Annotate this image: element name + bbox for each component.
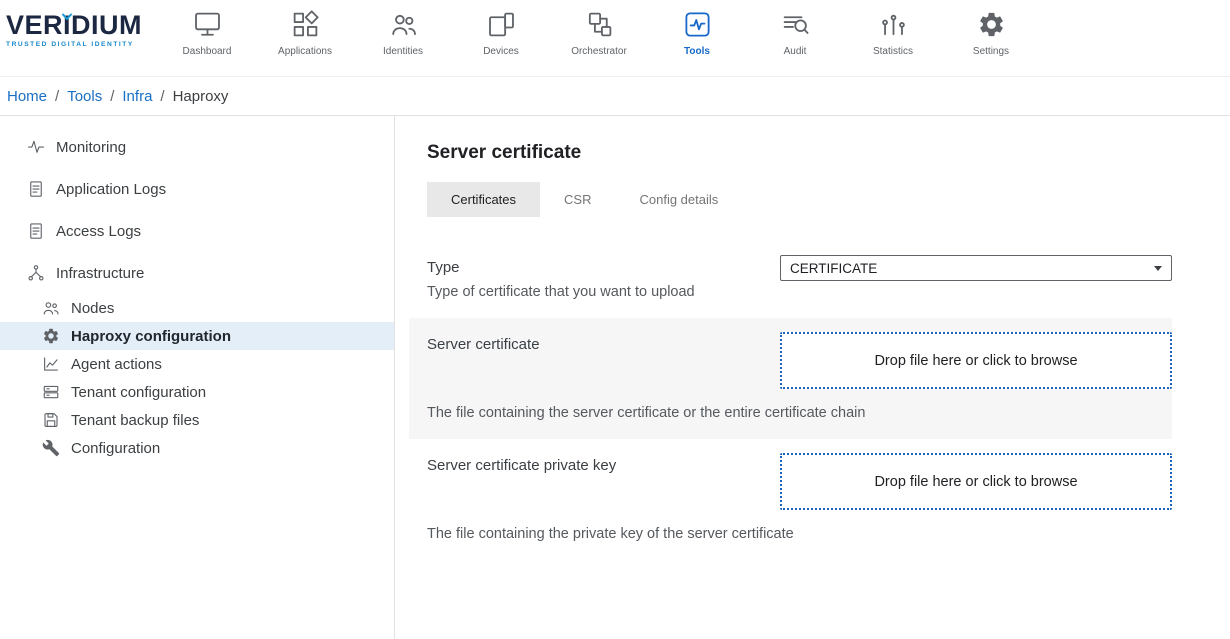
nav-item-tools[interactable]: Tools [648, 0, 746, 57]
sidebar-item-label: Configuration [71, 440, 160, 457]
sidebar-item-tenant-configuration[interactable]: Tenant configuration [0, 378, 394, 406]
sidebar-item-label: Haproxy configuration [71, 328, 231, 345]
nav-label: Orchestrator [571, 46, 627, 57]
chevron-down-icon [1154, 266, 1162, 271]
tab-bar: Certificates CSR Config details [427, 182, 1172, 217]
sidebar-item-access-logs[interactable]: Access Logs [0, 210, 394, 252]
nav-item-settings[interactable]: Settings [942, 0, 1040, 57]
nav-item-applications[interactable]: Applications [256, 0, 354, 57]
nav-label: Settings [973, 46, 1009, 57]
infrastructure-icon [27, 264, 45, 282]
nav-label: Tools [684, 46, 710, 57]
certificate-type-selected-value: CERTIFICATE [790, 261, 877, 276]
applications-icon [291, 10, 320, 39]
nav-item-statistics[interactable]: Statistics [844, 0, 942, 57]
breadcrumb: Home / Tools / Infra / Haproxy [0, 77, 1230, 116]
type-field-row: Type Type of certificate that you want t… [409, 241, 1172, 318]
nav-label: Statistics [873, 46, 913, 57]
settings-gear-icon [977, 10, 1006, 39]
save-icon [42, 411, 60, 429]
sidebar-item-infrastructure[interactable]: Infrastructure [0, 252, 394, 294]
breadcrumb-home[interactable]: Home [7, 88, 47, 105]
veridium-logo[interactable]: VERIDIUM TRUSTED DIGITAL IDENTITY [0, 0, 158, 48]
identities-icon [389, 10, 418, 39]
sidebar-item-label: Agent actions [71, 356, 162, 373]
page-title: Server certificate [427, 142, 1172, 164]
dashboard-icon [193, 10, 222, 39]
sidebar-item-label: Monitoring [56, 139, 126, 156]
logo-check-accent-icon [61, 8, 73, 26]
devices-icon [487, 10, 516, 39]
tab-config-details[interactable]: Config details [615, 182, 742, 217]
logo-tagline: TRUSTED DIGITAL IDENTITY [6, 41, 158, 48]
server-certificate-label: Server certificate [427, 332, 540, 353]
breadcrumb-tools[interactable]: Tools [67, 88, 102, 105]
tab-certificates[interactable]: Certificates [427, 182, 540, 217]
server-certificate-field-row: Server certificate Drop file here or cli… [409, 318, 1172, 439]
audit-icon [781, 10, 810, 39]
tab-csr[interactable]: CSR [540, 182, 615, 217]
sidebar-item-label: Tenant configuration [71, 384, 206, 401]
dropzone-text: Drop file here or click to browse [874, 474, 1077, 490]
private-key-label: Server certificate private key [427, 453, 616, 474]
sidebar-item-label: Infrastructure [56, 265, 144, 282]
type-field-help: Type of certificate that you want to upl… [427, 284, 695, 300]
breadcrumb-separator: / [55, 88, 59, 105]
sidebar-item-application-logs[interactable]: Application Logs [0, 168, 394, 210]
main-panel: Server certificate Certificates CSR Conf… [395, 116, 1230, 639]
sidebar: Monitoring Application Logs Access Logs … [0, 116, 395, 639]
certificate-type-select[interactable]: CERTIFICATE [780, 255, 1172, 281]
wrench-icon [42, 439, 60, 457]
breadcrumb-separator: / [160, 88, 164, 105]
sidebar-item-haproxy-configuration[interactable]: Haproxy configuration [0, 322, 394, 350]
sidebar-item-monitoring[interactable]: Monitoring [0, 126, 394, 168]
sidebar-item-tenant-backup-files[interactable]: Tenant backup files [0, 406, 394, 434]
nav-item-audit[interactable]: Audit [746, 0, 844, 57]
sidebar-item-nodes[interactable]: Nodes [0, 294, 394, 322]
content-area: Monitoring Application Logs Access Logs … [0, 116, 1230, 639]
server-certificate-help: The file containing the server certifica… [427, 405, 1172, 421]
nav-label: Audit [784, 46, 807, 57]
breadcrumb-separator: / [110, 88, 114, 105]
document-icon [27, 180, 45, 198]
orchestrator-icon [585, 10, 614, 39]
nav-label: Applications [278, 46, 332, 57]
nav-item-identities[interactable]: Identities [354, 0, 452, 57]
sidebar-item-label: Application Logs [56, 181, 166, 198]
sidebar-item-configuration[interactable]: Configuration [0, 434, 394, 462]
nav-item-orchestrator[interactable]: Orchestrator [550, 0, 648, 57]
logo-text: VERIDIUM [6, 12, 158, 39]
line-chart-icon [42, 355, 60, 373]
nav-label: Devices [483, 46, 519, 57]
tools-icon [683, 10, 712, 39]
server-icon [42, 383, 60, 401]
sidebar-item-agent-actions[interactable]: Agent actions [0, 350, 394, 378]
private-key-help: The file containing the private key of t… [427, 526, 1172, 542]
breadcrumb-current-haproxy: Haproxy [173, 88, 229, 105]
private-key-field-row: Server certificate private key Drop file… [409, 439, 1172, 560]
nav-label: Dashboard [183, 46, 232, 57]
nodes-people-icon [42, 299, 60, 317]
sidebar-item-label: Access Logs [56, 223, 141, 240]
document-icon [27, 222, 45, 240]
private-key-dropzone[interactable]: Drop file here or click to browse [780, 453, 1172, 510]
dropzone-text: Drop file here or click to browse [874, 353, 1077, 369]
server-certificate-dropzone[interactable]: Drop file here or click to browse [780, 332, 1172, 389]
nav-label: Identities [383, 46, 423, 57]
monitoring-pulse-icon [27, 138, 45, 156]
gear-icon [42, 327, 60, 345]
type-field-label: Type [427, 255, 695, 276]
nav-item-dashboard[interactable]: Dashboard [158, 0, 256, 57]
sidebar-item-label: Nodes [71, 300, 114, 317]
top-nav-items: Dashboard Applications Identities Device… [158, 0, 1040, 57]
breadcrumb-infra[interactable]: Infra [122, 88, 152, 105]
top-navigation: VERIDIUM TRUSTED DIGITAL IDENTITY Dashbo… [0, 0, 1230, 77]
statistics-icon [879, 10, 908, 39]
sidebar-item-label: Tenant backup files [71, 412, 199, 429]
nav-item-devices[interactable]: Devices [452, 0, 550, 57]
